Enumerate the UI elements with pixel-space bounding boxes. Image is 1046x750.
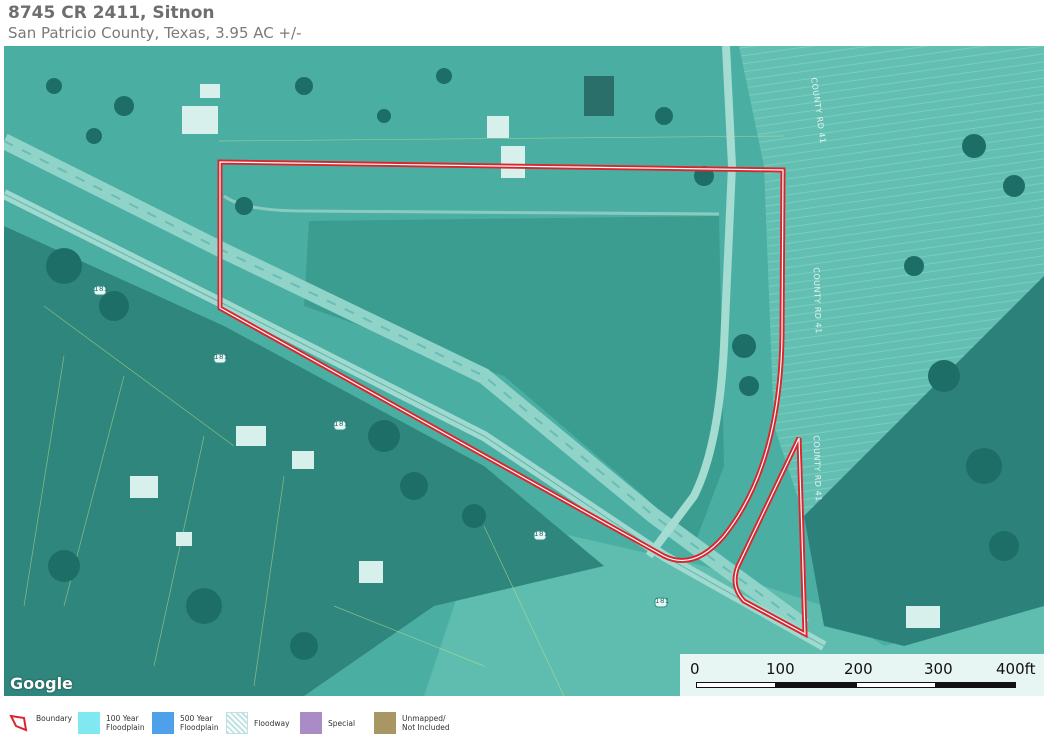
aerial-map[interactable]: COUNTY RD 41 COUNTY RD 41 COUNTY RD 41 1… xyxy=(4,46,1044,696)
floodplain-100-swatch xyxy=(78,712,100,734)
scale-segment-4 xyxy=(936,682,1016,688)
route-label-181-5: 181 xyxy=(655,597,670,605)
unmapped-swatch xyxy=(374,712,396,734)
scale-label-0: 0 xyxy=(690,660,700,678)
boundary-icon xyxy=(9,714,28,732)
legend-label-500-year: 500 Year Floodplain xyxy=(180,714,219,732)
scale-label-100: 100 xyxy=(766,660,795,678)
google-logo: Google xyxy=(10,674,73,693)
scale-label-400ft: 400ft xyxy=(996,660,1036,678)
scale-bar: 0 100 200 300 400ft xyxy=(680,654,1044,696)
legend-label-unmapped: Unmapped/ Not Included xyxy=(402,714,450,732)
scale-segment-1 xyxy=(696,682,776,688)
legend-label-special: Special xyxy=(328,719,356,728)
route-label-181-4: 181 xyxy=(534,530,549,538)
floodway-swatch xyxy=(226,712,248,734)
floodplain-500-swatch xyxy=(152,712,174,734)
legend-label-boundary: Boundary xyxy=(36,714,73,723)
scale-segment-2 xyxy=(776,682,856,688)
scale-label-300: 300 xyxy=(924,660,953,678)
scale-segment-3 xyxy=(856,682,936,688)
scale-label-200: 200 xyxy=(844,660,873,678)
page-title: 8745 CR 2411, Sitnon xyxy=(8,3,215,23)
legend-label-100-year: 100 Year Floodplain xyxy=(106,714,145,732)
route-label-181-2: 181 xyxy=(214,353,229,361)
route-label-181-1: 181 xyxy=(94,285,109,293)
legend: Boundary 100 Year Floodplain 500 Year Fl… xyxy=(0,706,1046,746)
legend-label-floodway: Floodway xyxy=(254,719,290,728)
route-label-181-3: 181 xyxy=(334,420,349,428)
map-canvas xyxy=(4,46,1044,696)
special-swatch xyxy=(300,712,322,734)
page-subtitle: San Patricio County, Texas, 3.95 AC +/- xyxy=(8,24,302,42)
